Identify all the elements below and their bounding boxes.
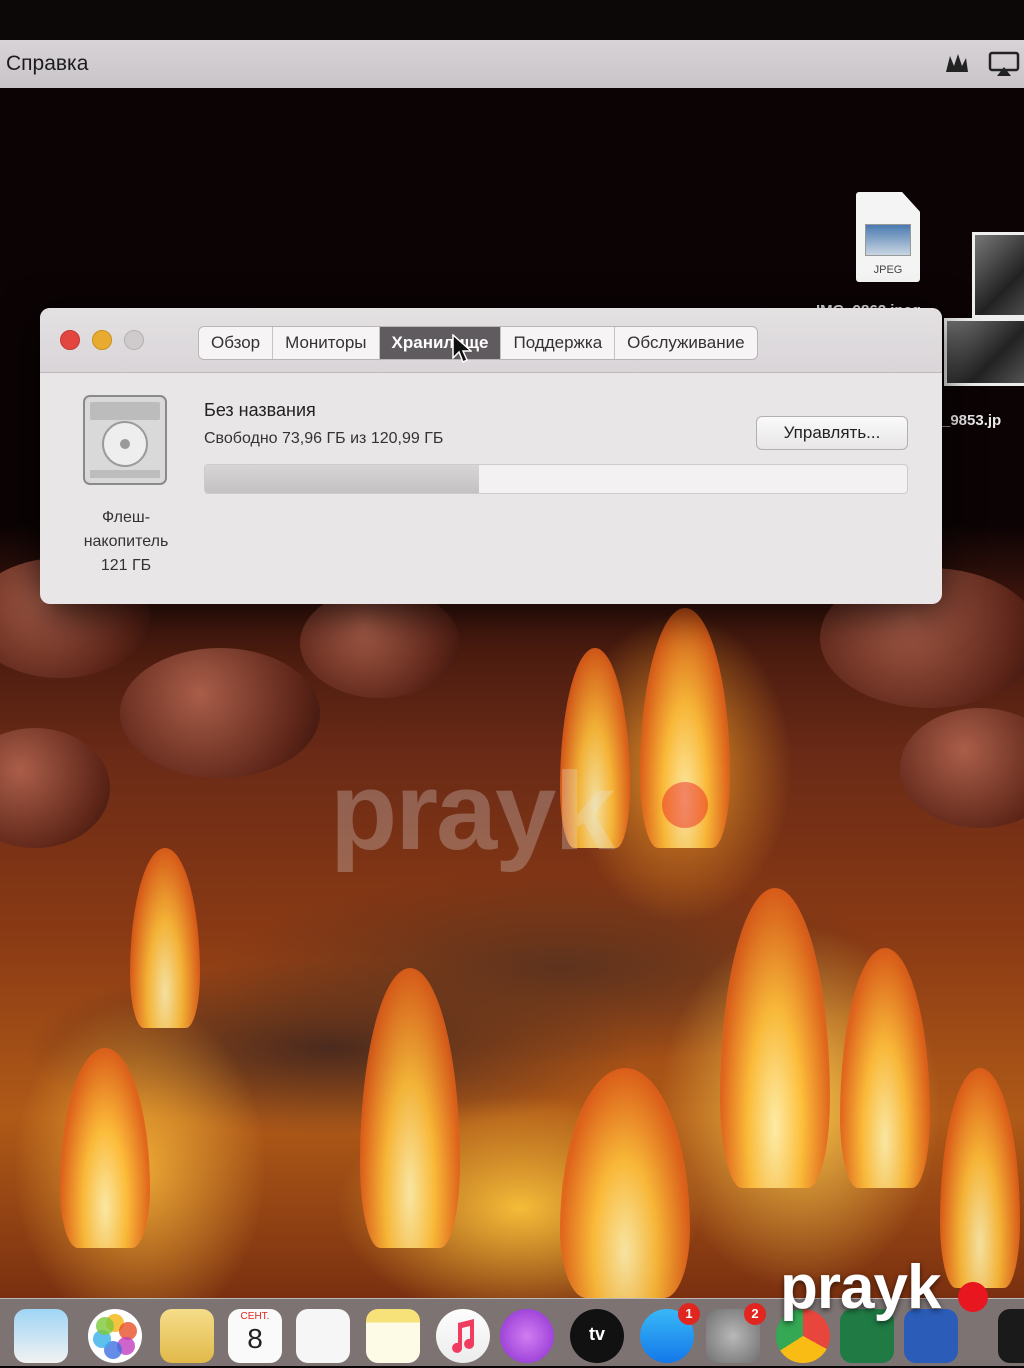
image-preview-icon xyxy=(865,224,911,256)
terminal-icon[interactable] xyxy=(998,1309,1024,1363)
calendar-day: 8 xyxy=(247,1323,263,1354)
wallpaper-stone xyxy=(300,588,460,698)
monitor-bezel xyxy=(0,0,1024,40)
file-type-tag: JPEG xyxy=(873,264,903,276)
storage-usage-bar xyxy=(204,464,908,494)
calendar-month: СЕНТ. xyxy=(240,1311,270,1322)
free-space-text: Свободно 73,96 ГБ из 120,99 ГБ xyxy=(204,430,444,447)
photos-icon[interactable] xyxy=(88,1309,142,1363)
airplay-icon[interactable] xyxy=(988,50,1020,83)
settings-badge: 2 xyxy=(744,1303,766,1325)
wallpaper-stone xyxy=(900,708,1024,828)
podcasts-icon[interactable] xyxy=(500,1309,554,1363)
wallpaper-flame xyxy=(720,888,830,1188)
watermark-logo-dot xyxy=(958,1282,988,1312)
wallpaper-flame xyxy=(940,1068,1020,1288)
reminders-icon[interactable] xyxy=(296,1309,350,1363)
wallpaper-flame xyxy=(560,1068,690,1298)
disk-size: 121 ГБ xyxy=(100,557,152,574)
wallpaper-stone xyxy=(0,728,110,848)
tab-displays[interactable]: Мониторы xyxy=(273,327,380,359)
wallpaper-flame xyxy=(60,1048,150,1248)
notes-folder-icon[interactable] xyxy=(160,1309,214,1363)
disk-label-line: накопитель xyxy=(83,533,169,550)
watermark: prayk xyxy=(330,750,616,873)
zoom-button[interactable] xyxy=(124,330,144,350)
tab-storage[interactable]: Хранилище xyxy=(379,327,502,359)
maps-icon[interactable] xyxy=(14,1309,68,1363)
minimize-button[interactable] xyxy=(92,330,112,350)
close-button[interactable] xyxy=(60,330,80,350)
volume-name: Без названия xyxy=(204,400,316,420)
notes-icon[interactable] xyxy=(366,1309,420,1363)
menu-bar: Справка xyxy=(0,40,1024,89)
apple-tv-icon[interactable]: tv xyxy=(570,1309,624,1363)
flash-drive-icon xyxy=(82,394,168,486)
tab-service[interactable]: Обслуживание xyxy=(615,327,756,359)
wallpaper-flame xyxy=(840,948,930,1188)
tab-overview[interactable]: Обзор xyxy=(199,327,274,359)
music-icon[interactable] xyxy=(436,1309,490,1363)
window-titlebar: Обзор Мониторы Хранилище Поддержка Обслу… xyxy=(40,308,942,373)
wallpaper-flame xyxy=(130,848,200,1028)
jpeg-file-icon[interactable]: JPEG xyxy=(856,192,920,282)
watermark-logo: prayk xyxy=(780,1253,941,1322)
status-app-icon[interactable] xyxy=(942,50,970,81)
tv-label: tv xyxy=(588,1324,605,1344)
system-preferences-icon[interactable]: 2 xyxy=(706,1303,766,1363)
tab-support[interactable]: Поддержка xyxy=(501,327,616,359)
app-store-badge: 1 xyxy=(678,1303,700,1325)
watermark-dot xyxy=(662,782,708,828)
tab-bar: Обзор Мониторы Хранилище Поддержка Обслу… xyxy=(198,326,758,360)
menu-help[interactable]: Справка xyxy=(6,52,88,76)
app-store-icon[interactable]: 1 xyxy=(640,1303,700,1363)
desktop-photo-thumbnail[interactable] xyxy=(972,232,1024,318)
storage-used-segment[interactable] xyxy=(205,465,479,493)
wallpaper-flame xyxy=(360,968,460,1248)
calendar-icon[interactable]: СЕНТ. 8 xyxy=(228,1309,282,1363)
desktop-file-name[interactable]: _9853.jp xyxy=(942,412,1001,429)
desktop-photo-thumbnail[interactable] xyxy=(944,318,1024,386)
manage-button[interactable]: Управлять... xyxy=(756,416,908,450)
about-this-mac-window: Обзор Мониторы Хранилище Поддержка Обслу… xyxy=(40,308,942,604)
disk-label-line: Флеш- xyxy=(101,509,151,526)
wallpaper-stone xyxy=(120,648,320,778)
disk-label: Флеш- накопитель 121 ГБ xyxy=(64,506,188,578)
